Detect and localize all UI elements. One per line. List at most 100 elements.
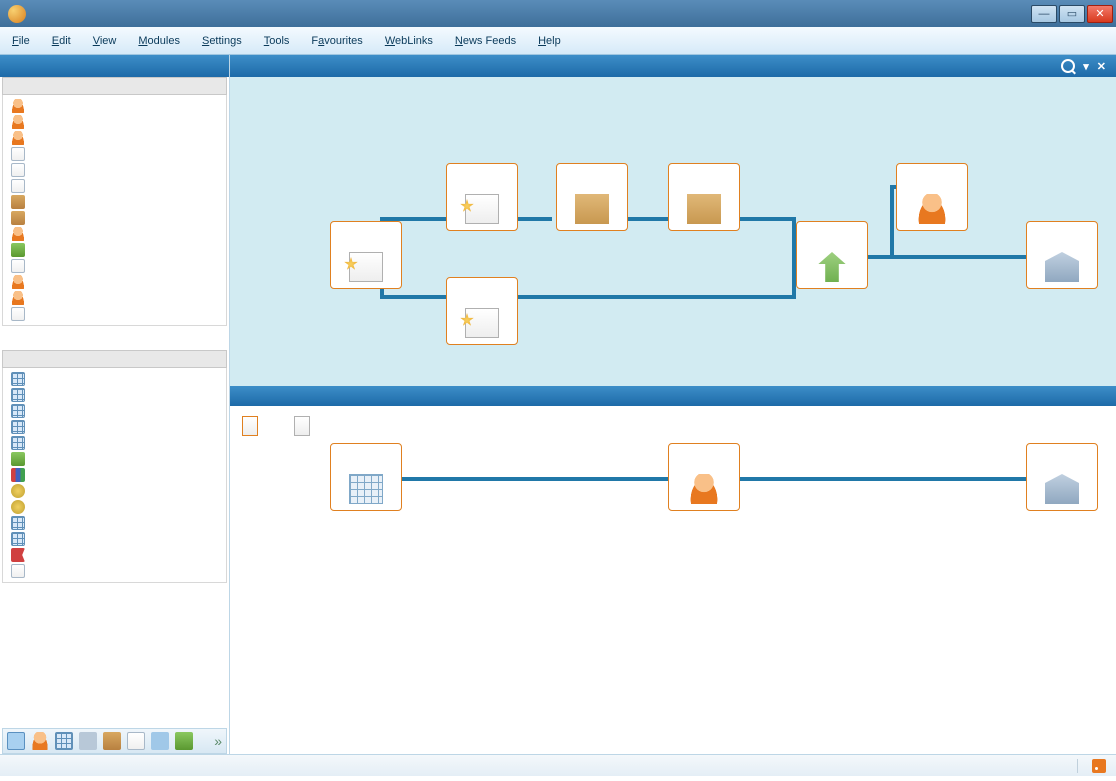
box-new-quotation[interactable]	[330, 221, 402, 289]
person-icon	[11, 227, 25, 241]
nav-suppliers-icon[interactable]	[31, 732, 49, 750]
box-chase-debt-2[interactable]	[668, 443, 740, 511]
box-customer-receipt-2[interactable]	[1026, 443, 1098, 511]
nav-projects-icon[interactable]	[127, 732, 145, 750]
related-customer-labels[interactable]	[242, 416, 264, 436]
price-icon	[11, 500, 25, 514]
report-icon	[294, 416, 310, 436]
menu-file[interactable]: File	[12, 35, 30, 47]
document-star-icon	[465, 194, 499, 224]
person-icon	[11, 275, 25, 289]
link-project-list[interactable]	[3, 387, 226, 403]
link-credit-charges[interactable]	[3, 483, 226, 499]
search-icon[interactable]	[1061, 59, 1075, 73]
list-icon	[11, 516, 25, 530]
tasks-header	[2, 77, 227, 95]
box-batch-invoice[interactable]	[330, 443, 402, 511]
box-allocate-stock[interactable]	[556, 163, 628, 231]
link-invoice-list[interactable]	[3, 419, 226, 435]
menu-modules[interactable]: Modules	[138, 35, 180, 47]
person-icon	[11, 115, 25, 129]
chart-icon	[11, 468, 25, 482]
document-icon	[11, 179, 25, 193]
menu-news[interactable]: News Feeds	[455, 35, 516, 47]
nav-customers-icon[interactable]	[7, 732, 25, 750]
sidebar-header	[0, 55, 229, 77]
task-new-order[interactable]	[3, 162, 226, 178]
minimize-button[interactable]: —	[1031, 5, 1057, 23]
expand-icon[interactable]: »	[214, 733, 222, 749]
status-bar	[0, 754, 1116, 776]
link-price-lists[interactable]	[3, 499, 226, 515]
link-reports[interactable]	[3, 563, 226, 579]
task-update-ledgers[interactable]	[3, 242, 226, 258]
task-new-quotation[interactable]	[3, 146, 226, 162]
links-header	[2, 350, 227, 368]
link-aged-balance[interactable]	[3, 467, 226, 483]
task-chase-debt[interactable]	[3, 130, 226, 146]
nav-bank-icon[interactable]	[79, 732, 97, 750]
task-new-invoice[interactable]	[3, 178, 226, 194]
task-customer-record[interactable]	[3, 114, 226, 130]
sidebar: »	[0, 55, 230, 754]
list-icon	[11, 532, 25, 546]
menu-help[interactable]: Help	[538, 35, 561, 47]
menu-favourites[interactable]: Favourites	[311, 35, 362, 47]
link-disputes[interactable]	[3, 547, 226, 563]
related-customer-reports[interactable]	[294, 416, 316, 436]
link-activity[interactable]	[3, 451, 226, 467]
nav-products-icon[interactable]	[103, 732, 121, 750]
link-customer-list[interactable]	[3, 371, 226, 387]
nav-diary-icon[interactable]	[151, 732, 169, 750]
task-despatch-orders[interactable]	[3, 210, 226, 226]
link-sales-order-list[interactable]	[3, 435, 226, 451]
report-icon	[11, 564, 25, 578]
calendar-icon	[11, 307, 25, 321]
document-icon	[11, 147, 25, 161]
person-icon	[11, 99, 25, 113]
module-nav-bar: »	[2, 728, 227, 754]
box-chase-debt[interactable]	[896, 163, 968, 231]
box-despatch-orders[interactable]	[668, 163, 740, 231]
link-batch-invoice[interactable]	[3, 515, 226, 531]
main-area: ▾ ✕	[230, 55, 1116, 754]
bank-icon	[1045, 252, 1079, 282]
box-update-ledgers[interactable]	[796, 221, 868, 289]
task-new-customer[interactable]	[3, 98, 226, 114]
task-customer-refund[interactable]	[3, 290, 226, 306]
change-view-button[interactable]: ▾	[1083, 60, 1089, 73]
box-new-invoice[interactable]	[446, 277, 518, 345]
nav-more-icon[interactable]	[175, 732, 193, 750]
app-icon	[8, 5, 26, 23]
title-bar: — ▭ ✕	[0, 0, 1116, 27]
task-customer-receipt[interactable]	[3, 226, 226, 242]
document-icon	[11, 163, 25, 177]
close-panel-button[interactable]: ✕	[1097, 60, 1106, 73]
menu-weblinks[interactable]: WebLinks	[385, 35, 433, 47]
list-icon	[11, 372, 25, 386]
link-batch-credit[interactable]	[3, 531, 226, 547]
link-quotations-list[interactable]	[3, 403, 226, 419]
box-new-order[interactable]	[446, 163, 518, 231]
close-button[interactable]: ✕	[1087, 5, 1113, 23]
related-header	[230, 386, 1116, 406]
label-icon	[242, 416, 258, 436]
maximize-button[interactable]: ▭	[1059, 5, 1085, 23]
rss-icon[interactable]	[1092, 759, 1106, 773]
task-allocate-stock[interactable]	[3, 194, 226, 210]
person-icon	[11, 131, 25, 145]
menu-settings[interactable]: Settings	[202, 35, 242, 47]
nav-company-icon[interactable]	[55, 732, 73, 750]
coin-icon	[11, 484, 25, 498]
grid-icon	[349, 474, 383, 504]
menu-view[interactable]: View	[93, 35, 117, 47]
activity-icon	[11, 452, 25, 466]
task-new-diary[interactable]	[3, 306, 226, 322]
menu-tools[interactable]: Tools	[264, 35, 290, 47]
window-controls: — ▭ ✕	[1031, 5, 1113, 23]
task-write-offs[interactable]	[3, 274, 226, 290]
task-new-credit[interactable]	[3, 258, 226, 274]
main-header: ▾ ✕	[230, 55, 1116, 77]
box-customer-receipt[interactable]	[1026, 221, 1098, 289]
menu-edit[interactable]: Edit	[52, 35, 71, 47]
